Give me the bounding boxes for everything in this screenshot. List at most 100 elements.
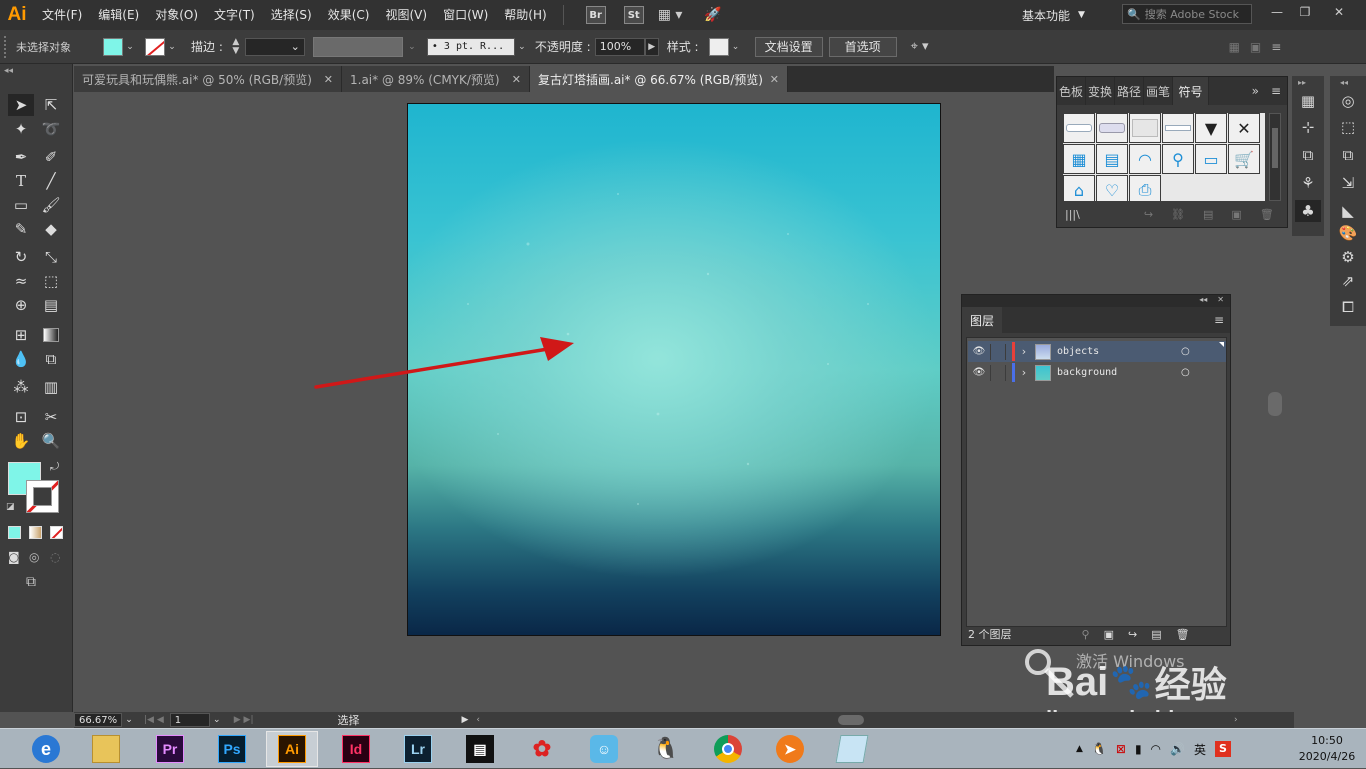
tab-transform[interactable]: 变换 — [1086, 77, 1115, 105]
mesh-tool-icon[interactable]: ⊞ — [8, 324, 34, 346]
symbol-button-light[interactable] — [1063, 113, 1095, 143]
layer-row-objects[interactable]: 👁 › objects ○ — [968, 341, 1226, 362]
draw-behind-icon[interactable]: ◎ — [29, 550, 39, 564]
home-icon[interactable]: ⌂ — [1063, 175, 1095, 201]
stroke-weight-stepper[interactable]: ▲ ▼ — [229, 37, 243, 56]
symbol-libraries-icon[interactable]: |||\ — [1065, 208, 1080, 221]
cc-libraries-icon[interactable]: ◎ — [1335, 90, 1361, 112]
chevron-right-icon[interactable]: › — [1015, 366, 1033, 379]
color-guide-icon[interactable]: 🎨 — [1335, 222, 1361, 244]
column-graph-tool-icon[interactable]: ▥ — [38, 376, 64, 398]
rectangle-tool-icon[interactable]: ▭ — [8, 194, 34, 216]
menu-view[interactable]: 视图(V) — [377, 0, 435, 30]
symbol-options-icon[interactable]: ▤ — [1203, 208, 1213, 221]
symbol-panel-blank[interactable] — [1129, 113, 1161, 143]
target-circle-icon[interactable]: ○ — [1181, 367, 1197, 378]
menu-object[interactable]: 对象(O) — [147, 0, 206, 30]
selection-indicator[interactable] — [1219, 342, 1224, 347]
target-circle-icon[interactable]: ○ — [1181, 346, 1197, 357]
taskbar-indesign[interactable]: Id — [330, 731, 382, 767]
battery-icon[interactable]: ▮ — [1135, 742, 1142, 756]
scroll-left-icon[interactable]: ‹ — [476, 715, 480, 725]
transform-icon[interactable]: ▣ — [1250, 40, 1261, 54]
asset-export-icon[interactable]: ⇲ — [1335, 172, 1361, 194]
hand-tool-icon[interactable]: ✋ — [8, 430, 34, 452]
menu-file[interactable]: 文件(F) — [34, 0, 90, 30]
calendar-icon[interactable]: ▦ — [1063, 144, 1095, 174]
gpu-performance-icon[interactable]: 🚀 — [704, 7, 721, 23]
new-symbol-icon[interactable]: ▣ — [1231, 208, 1241, 221]
taskbar-notepad[interactable] — [826, 731, 878, 767]
brush-definition-input[interactable]: • 3 pt. R... — [426, 37, 515, 56]
shape-builder-tool-icon[interactable]: ⊕ — [8, 294, 34, 316]
symbol-dropdown[interactable]: ▼ — [1195, 113, 1227, 143]
vertical-scrollbar[interactable] — [1268, 392, 1282, 416]
horizontal-scrollbar[interactable] — [838, 715, 865, 725]
wifi-icon[interactable]: ◠ — [1151, 742, 1161, 756]
panel-menu-icon[interactable]: ≡ — [1271, 84, 1281, 98]
stroke-color-box[interactable] — [26, 480, 59, 513]
arrange-documents-icon[interactable]: ▦ ▾ — [658, 7, 683, 23]
collapse-icon[interactable]: ◂◂ — [1199, 295, 1207, 307]
export-icon[interactable]: ⇗ — [1335, 270, 1361, 292]
none-mode-icon[interactable] — [50, 526, 63, 539]
align-icon[interactable]: ▦ — [1229, 40, 1240, 54]
graphic-style-swatch[interactable] — [708, 37, 729, 56]
paintbrush-tool-icon[interactable]: 🖌 — [38, 194, 64, 216]
workspace-switcher[interactable]: 基本功能 ▼ — [1022, 4, 1085, 26]
slice-tool-icon[interactable]: ✂ — [38, 406, 64, 428]
layer-row-background[interactable]: 👁 › background ○ — [968, 362, 1226, 383]
lock-toggle[interactable] — [990, 343, 1006, 360]
panel-menu-icon[interactable]: ≡ — [1271, 40, 1281, 54]
graphic-styles-icon[interactable]: ⧠ — [1335, 296, 1361, 318]
eraser-tool-icon[interactable]: ◆ — [38, 218, 64, 240]
cart-icon[interactable]: 🛒 — [1228, 144, 1260, 174]
chevron-right-icon[interactable]: › — [1015, 345, 1033, 358]
taskbar-chrome[interactable] — [702, 731, 754, 767]
network-alert-icon[interactable]: ⊠ — [1116, 742, 1126, 756]
type-tool-icon[interactable]: T — [8, 170, 34, 192]
symbol-slider[interactable] — [1162, 113, 1194, 143]
sogou-ime-icon[interactable]: S — [1215, 741, 1231, 757]
collapse-icon[interactable]: ◂◂ — [1340, 78, 1348, 87]
taskbar-pinwheel[interactable]: ✿ — [516, 731, 568, 767]
status-menu-arrow-icon[interactable]: ▶ — [462, 715, 469, 725]
artboards-panel-icon[interactable]: ⬚ — [1335, 116, 1361, 138]
credit-card-icon[interactable]: ▭ — [1195, 144, 1227, 174]
brush-dropdown-icon[interactable]: ⌄ — [515, 38, 529, 56]
isolate-icon[interactable]: ⌖ ▾ — [911, 39, 929, 54]
gradient-tool-icon[interactable] — [38, 324, 64, 346]
close-icon[interactable]: ✕ — [324, 73, 333, 86]
menu-type[interactable]: 文字(T) — [206, 0, 263, 30]
expand-icon[interactable]: » — [1252, 84, 1259, 98]
align-panel-icon[interactable]: ▦ — [1295, 90, 1321, 112]
opacity-input[interactable]: 100% — [594, 37, 645, 56]
locate-object-icon[interactable]: ⚲ — [1082, 628, 1090, 641]
variable-width-profile[interactable] — [312, 36, 403, 57]
taskbar-lightroom[interactable]: Lr — [392, 731, 444, 767]
filmstrip-icon[interactable]: ▤ — [1096, 144, 1128, 174]
selection-tool-icon[interactable]: ➤ — [8, 94, 34, 116]
rss-icon[interactable]: ◠ — [1129, 144, 1161, 174]
gradient-mode-icon[interactable] — [29, 526, 42, 539]
pathfinder-panel-icon[interactable]: ⧉ — [1295, 144, 1321, 166]
delete-layer-icon[interactable]: 🗑 — [1176, 628, 1190, 641]
tab-layers[interactable]: 图层 — [962, 307, 1002, 333]
show-hidden-icons[interactable]: ▲ — [1076, 744, 1083, 754]
place-symbol-icon[interactable]: ↪ — [1144, 208, 1153, 221]
clipping-mask-icon[interactable]: ▣ — [1104, 628, 1114, 641]
tab-brushes[interactable]: 画笔 — [1144, 77, 1173, 105]
volume-icon[interactable]: 🔊 — [1170, 742, 1185, 756]
close-window-button[interactable]: ✕ — [1322, 0, 1356, 24]
lasso-tool-icon[interactable]: ➰ — [38, 118, 64, 140]
taskbar-chatbot[interactable]: ☺ — [578, 731, 630, 767]
blend-tool-icon[interactable]: ⧉ — [38, 348, 64, 370]
taskbar-illustrator[interactable]: Ai — [266, 731, 318, 767]
brushes-panel-icon[interactable]: ⚘ — [1295, 172, 1321, 194]
menu-select[interactable]: 选择(S) — [263, 0, 320, 30]
tab-document-1[interactable]: 可爱玩具和玩偶熊.ai* @ 50% (RGB/预览) ✕ — [74, 66, 342, 92]
input-language[interactable]: 英 — [1194, 741, 1206, 758]
menu-effect[interactable]: 效果(C) — [320, 0, 378, 30]
scale-tool-icon[interactable]: ⤡ — [38, 246, 64, 268]
swap-colors-icon[interactable]: ⤾ — [50, 460, 59, 474]
